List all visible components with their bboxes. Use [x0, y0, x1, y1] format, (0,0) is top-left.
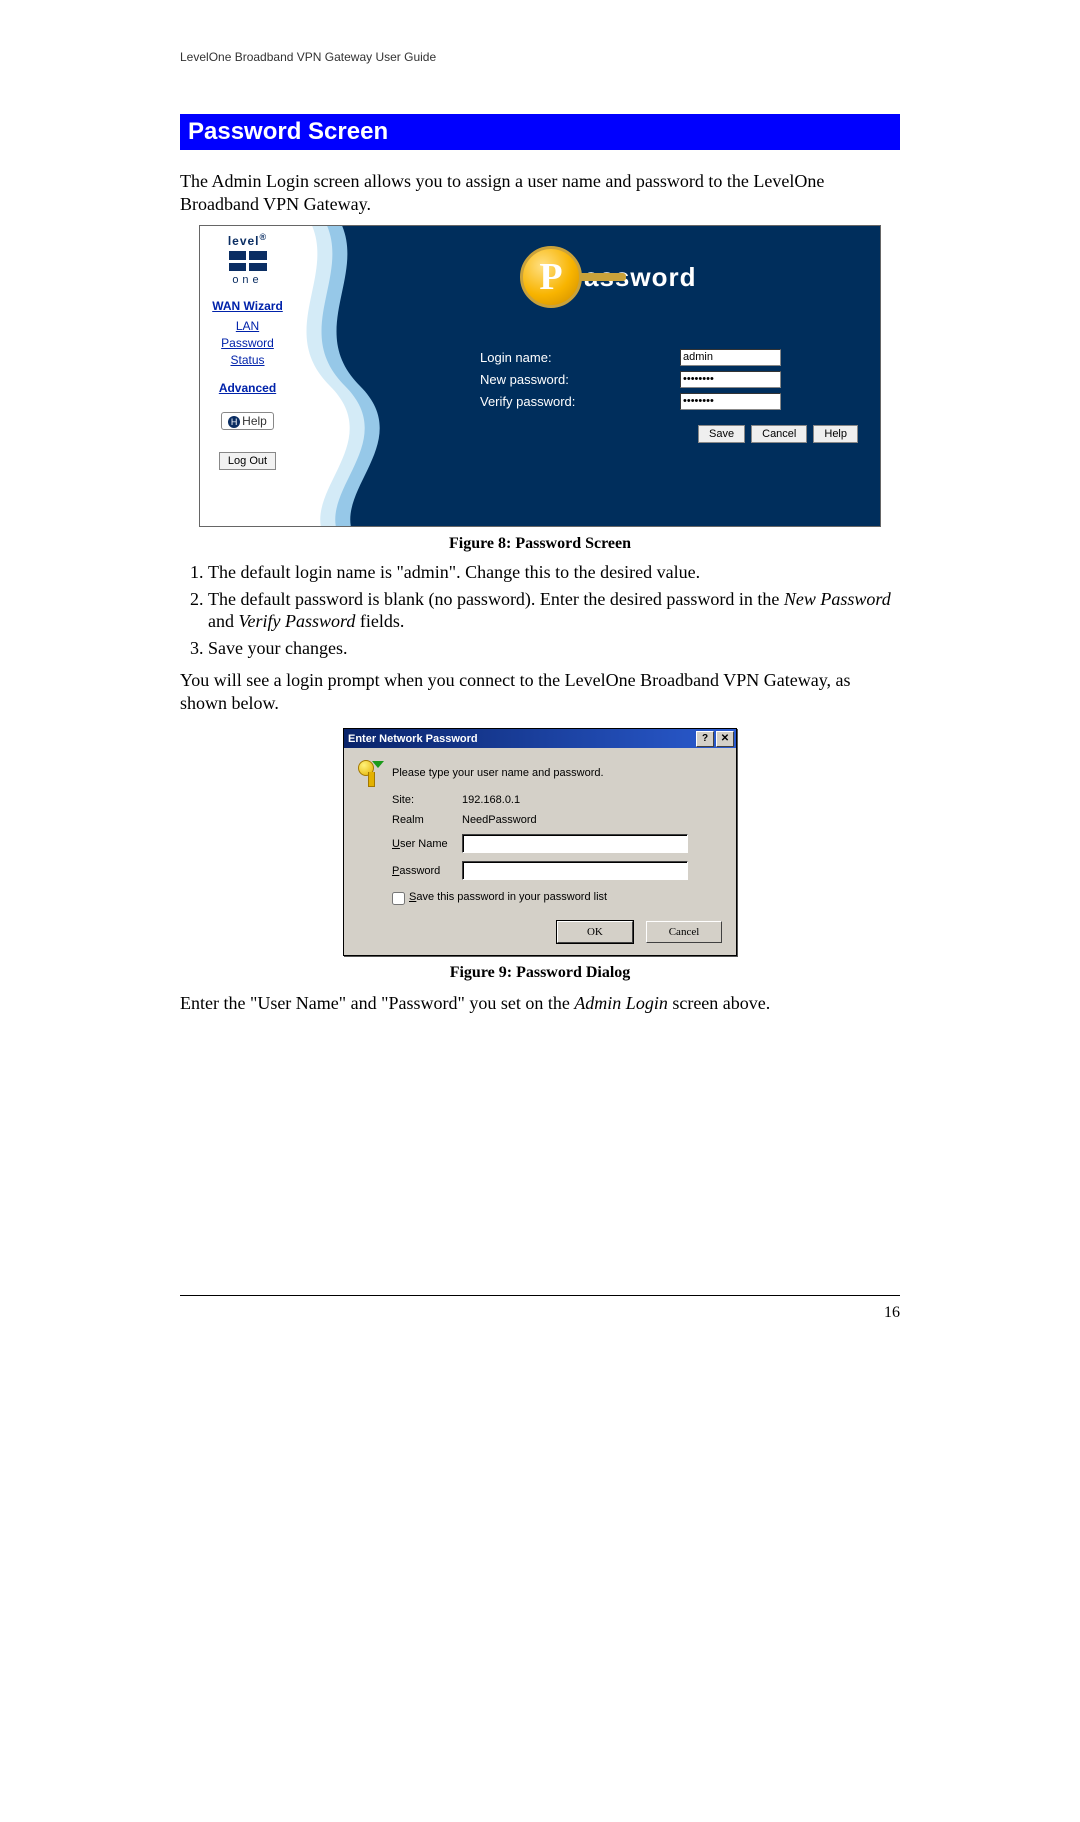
- value-site: 192.168.0.1: [462, 794, 520, 806]
- page-number: 16: [180, 1304, 900, 1322]
- titlebar-help-button[interactable]: ?: [696, 731, 714, 747]
- fig8-nav: WAN Wizard LAN Password Status Advanced …: [200, 286, 295, 470]
- input-user-name[interactable]: [462, 834, 688, 853]
- section-heading: Password Screen: [180, 114, 900, 150]
- label-password: Password: [392, 865, 462, 877]
- cancel-button[interactable]: Cancel: [751, 425, 807, 443]
- label-realm: Realm: [392, 814, 462, 826]
- after-steps-paragraph: You will see a login prompt when you con…: [180, 669, 900, 714]
- fig8-page-title: P assword: [520, 246, 697, 308]
- fig8-button-row: Save Cancel Help: [696, 424, 858, 443]
- label-login-name: Login name:: [480, 350, 680, 365]
- key-icon: [358, 760, 380, 786]
- label-site: Site:: [392, 794, 462, 806]
- dialog-title: Enter Network Password: [348, 733, 478, 745]
- brand-grid-icon: [229, 251, 267, 271]
- help-button[interactable]: Help: [813, 425, 858, 443]
- nav-password[interactable]: Password: [206, 336, 289, 350]
- step-3: Save your changes.: [208, 637, 900, 660]
- figure-9-password-dialog: Enter Network Password ? ✕ Please type y…: [343, 728, 737, 956]
- help-icon: H: [228, 416, 240, 428]
- closing-paragraph: Enter the "User Name" and "Password" you…: [180, 992, 900, 1015]
- input-new-password[interactable]: [680, 371, 781, 388]
- dialog-cancel-button[interactable]: Cancel: [646, 921, 722, 943]
- step-2: The default password is blank (no passwo…: [208, 588, 900, 633]
- input-password[interactable]: [462, 861, 688, 880]
- dialog-prompt: Please type your user name and password.: [392, 767, 604, 779]
- checkbox-save-password[interactable]: [392, 892, 405, 905]
- figure-8-caption: Figure 8: Password Screen: [180, 535, 900, 553]
- nav-wan-wizard[interactable]: WAN Wizard: [206, 299, 289, 313]
- input-login-name[interactable]: [680, 349, 781, 366]
- brand-top: level®: [200, 232, 295, 248]
- fig8-form: Login name: New password: Verify passwor…: [480, 346, 781, 412]
- label-user-name: User Name: [392, 838, 462, 850]
- figure-9-caption: Figure 9: Password Dialog: [180, 964, 900, 982]
- titlebar-close-button[interactable]: ✕: [716, 731, 734, 747]
- running-header: LevelOne Broadband VPN Gateway User Guid…: [180, 50, 900, 64]
- dialog-titlebar: Enter Network Password ? ✕: [344, 729, 736, 748]
- ok-button[interactable]: OK: [557, 921, 633, 943]
- intro-paragraph: The Admin Login screen allows you to ass…: [180, 170, 900, 215]
- save-button[interactable]: Save: [698, 425, 745, 443]
- value-realm: NeedPassword: [462, 814, 537, 826]
- label-verify-password: Verify password:: [480, 394, 680, 409]
- fig8-sidebar: level® one WAN Wizard LAN Password Statu…: [200, 226, 295, 526]
- dialog-body: Please type your user name and password.…: [344, 748, 736, 955]
- footer-rule: [180, 1295, 900, 1296]
- nav-status[interactable]: Status: [206, 353, 289, 367]
- document-page: LevelOne Broadband VPN Gateway User Guid…: [110, 0, 970, 1362]
- p-badge-icon: P: [520, 246, 582, 308]
- nav-help[interactable]: HHelp: [221, 412, 274, 430]
- nav-lan[interactable]: LAN: [206, 319, 289, 333]
- key-shaft-icon: [580, 273, 626, 281]
- figure-8-password-screen: level® one WAN Wizard LAN Password Statu…: [199, 225, 881, 527]
- label-save-password: Save this password in your password list: [409, 891, 607, 903]
- step-1: The default login name is "admin". Chang…: [208, 561, 900, 584]
- nav-advanced[interactable]: Advanced: [206, 381, 289, 395]
- brand-bottom: one: [200, 274, 295, 286]
- input-verify-password[interactable]: [680, 393, 781, 410]
- instruction-list: The default login name is "admin". Chang…: [180, 561, 900, 659]
- dialog-button-row: OK Cancel: [358, 921, 722, 943]
- brand-logo: level® one: [200, 226, 295, 286]
- logout-button[interactable]: Log Out: [219, 452, 276, 470]
- label-new-password: New password:: [480, 372, 680, 387]
